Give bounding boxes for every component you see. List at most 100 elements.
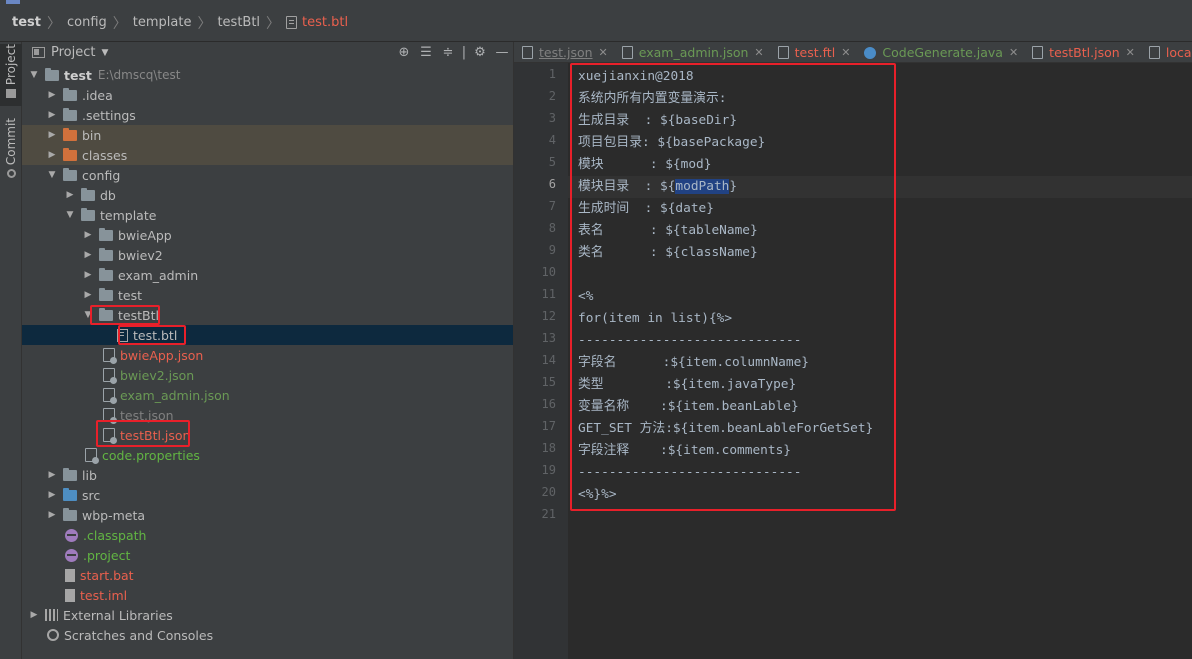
tree-item-code-properties[interactable]: code.properties <box>22 445 513 465</box>
chevron-right-icon[interactable]: ▶ <box>46 130 58 140</box>
code-line: 生成时间 : ${date} <box>578 201 714 216</box>
tree-item-lib[interactable]: ▶ lib <box>22 465 513 485</box>
tree-item-bwieapp[interactable]: ▶ bwieApp <box>22 225 513 245</box>
gear-icon[interactable]: ⚙ <box>469 42 491 63</box>
tree-item-src[interactable]: ▶ src <box>22 485 513 505</box>
tree-item-label: bin <box>82 127 102 143</box>
chevron-right-icon[interactable]: ▶ <box>64 190 76 200</box>
tree-item-settings[interactable]: ▶ .settings <box>22 105 513 125</box>
folder-icon <box>81 187 95 201</box>
close-icon[interactable]: ✕ <box>599 46 608 59</box>
commit-tool-label: Commit <box>4 118 18 166</box>
tree-item-exam-admin-json[interactable]: exam_admin.json <box>22 385 513 405</box>
tree-item-test-json[interactable]: test.json <box>22 405 513 425</box>
chevron-right-icon[interactable]: ▶ <box>82 270 94 280</box>
tab-label: local_my <box>1165 45 1192 60</box>
project-panel-title[interactable]: Project <box>51 45 95 60</box>
project-tool-tab[interactable]: Project <box>0 44 22 106</box>
tree-item-scratches[interactable]: Scratches and Consoles <box>22 625 513 645</box>
commit-tool-tab[interactable]: Commit <box>0 118 22 180</box>
tree-item-root[interactable]: ▼ test E:\dmscq\test <box>22 65 513 85</box>
tab-test-ftl[interactable]: test.ftl ✕ <box>770 42 857 62</box>
line-number: 8 <box>548 221 556 235</box>
breadcrumb-item-template[interactable]: template <box>133 15 192 30</box>
close-icon[interactable]: ✕ <box>754 46 763 59</box>
tree-item-label: .project <box>83 547 131 563</box>
chevron-right-icon[interactable]: ▶ <box>82 230 94 240</box>
tab-local-my[interactable]: local_my <box>1141 42 1192 62</box>
chevron-right-icon[interactable]: ▶ <box>28 610 40 620</box>
tree-item-idea[interactable]: ▶ .idea <box>22 85 513 105</box>
tree-item-classes[interactable]: ▶ classes <box>22 145 513 165</box>
tree-item-test-folder[interactable]: ▶ test <box>22 285 513 305</box>
folder-icon <box>63 87 77 101</box>
collapse-all-icon[interactable]: ≑ <box>437 42 459 63</box>
folder-icon <box>99 247 113 261</box>
tree-item-classpath[interactable]: .classpath <box>22 525 513 545</box>
tree-item-bwiev2-json[interactable]: bwiev2.json <box>22 365 513 385</box>
tree-item-testbtl-folder[interactable]: ▼ testBtl <box>22 305 513 325</box>
breadcrumb-item-test[interactable]: test <box>12 15 41 30</box>
tab-testbtl-json[interactable]: testBtl.json ✕ <box>1024 42 1141 62</box>
tree-item-template[interactable]: ▼ template <box>22 205 513 225</box>
close-icon[interactable]: ✕ <box>841 46 850 59</box>
tree-item-external-libraries[interactable]: ▶ External Libraries <box>22 605 513 625</box>
close-icon[interactable]: ✕ <box>1126 46 1135 59</box>
chevron-right-icon[interactable]: ▶ <box>46 470 58 480</box>
chevron-right-icon[interactable]: ▶ <box>46 510 58 520</box>
breadcrumb-item-testbtl[interactable]: testBtl <box>217 15 260 30</box>
tree-item-test-btl[interactable]: test.btl <box>22 325 513 345</box>
chevron-down-icon[interactable]: ▼ <box>64 210 76 220</box>
chevron-down-icon[interactable]: ▼ <box>46 170 58 180</box>
chevron-down-icon[interactable]: ▼ <box>101 48 108 58</box>
breadcrumb-item-file[interactable]: test.btl <box>302 15 348 30</box>
tree-item-bin[interactable]: ▶ bin <box>22 125 513 145</box>
chevron-right-icon[interactable]: ▶ <box>46 150 58 160</box>
breadcrumb-item-config[interactable]: config <box>67 15 107 30</box>
line-number: 1 <box>548 67 556 81</box>
json-file-icon <box>103 428 117 444</box>
target-icon[interactable]: ⊕ <box>393 42 415 63</box>
line-number: 4 <box>548 133 556 147</box>
tree-item-wbp-meta[interactable]: ▶ wbp-meta <box>22 505 513 525</box>
line-number: 18 <box>541 441 556 455</box>
tree-item-start-bat[interactable]: start.bat <box>22 565 513 585</box>
tab-codegenerate-java[interactable]: CodeGenerate.java ✕ <box>856 42 1024 62</box>
tree-item-db[interactable]: ▶ db <box>22 185 513 205</box>
folder-icon <box>63 107 77 121</box>
code-text: } <box>729 179 738 194</box>
tree-item-path: E:\dmscq\test <box>97 68 181 82</box>
chevron-right-icon[interactable]: ▶ <box>82 290 94 300</box>
line-number: 21 <box>541 507 556 521</box>
tree-item-exam-admin[interactable]: ▶ exam_admin <box>22 265 513 285</box>
hide-icon[interactable]: — <box>491 42 513 63</box>
chevron-right-icon[interactable]: ▶ <box>46 490 58 500</box>
line-number: 5 <box>548 155 556 169</box>
tree-item-testbtl-json[interactable]: testBtl.json <box>22 425 513 445</box>
line-number: 20 <box>541 485 556 499</box>
tree-item-config[interactable]: ▼ config <box>22 165 513 185</box>
tab-label: test.ftl <box>794 45 836 60</box>
project-tree: ▼ test E:\dmscq\test ▶ .idea ▶ .settings… <box>22 63 513 659</box>
chevron-down-icon[interactable]: ▼ <box>28 70 40 80</box>
close-icon[interactable]: ✕ <box>1009 46 1018 59</box>
chevron-down-icon[interactable]: ▼ <box>82 310 94 320</box>
chevron-right-icon[interactable]: ▶ <box>46 110 58 120</box>
chevron-right-icon[interactable]: ▶ <box>46 90 58 100</box>
tree-item-bwieapp-json[interactable]: bwieApp.json <box>22 345 513 365</box>
code-editor[interactable]: xuejianxin@2018 系统内所有内置变量演示: 生成目录 : ${ba… <box>568 63 1192 659</box>
tree-item-test-iml[interactable]: test.iml <box>22 585 513 605</box>
chevron-right-icon[interactable]: ▶ <box>82 250 94 260</box>
toolbar-divider: | <box>461 45 467 60</box>
expand-all-icon[interactable]: ☰ <box>415 42 437 63</box>
tab-exam-admin-json[interactable]: exam_admin.json ✕ <box>614 42 770 62</box>
breadcrumb-separator: 〉 <box>266 15 281 32</box>
tree-item-label: bwiev2 <box>118 247 163 263</box>
tree-item-label: template <box>100 207 157 223</box>
folder-icon <box>63 467 77 481</box>
tab-test-json[interactable]: test.json ✕ <box>514 42 614 62</box>
tree-item-project-file[interactable]: .project <box>22 545 513 565</box>
code-line: ----------------------------- <box>578 333 802 348</box>
line-number: 17 <box>541 419 556 433</box>
tree-item-bwiev2[interactable]: ▶ bwiev2 <box>22 245 513 265</box>
